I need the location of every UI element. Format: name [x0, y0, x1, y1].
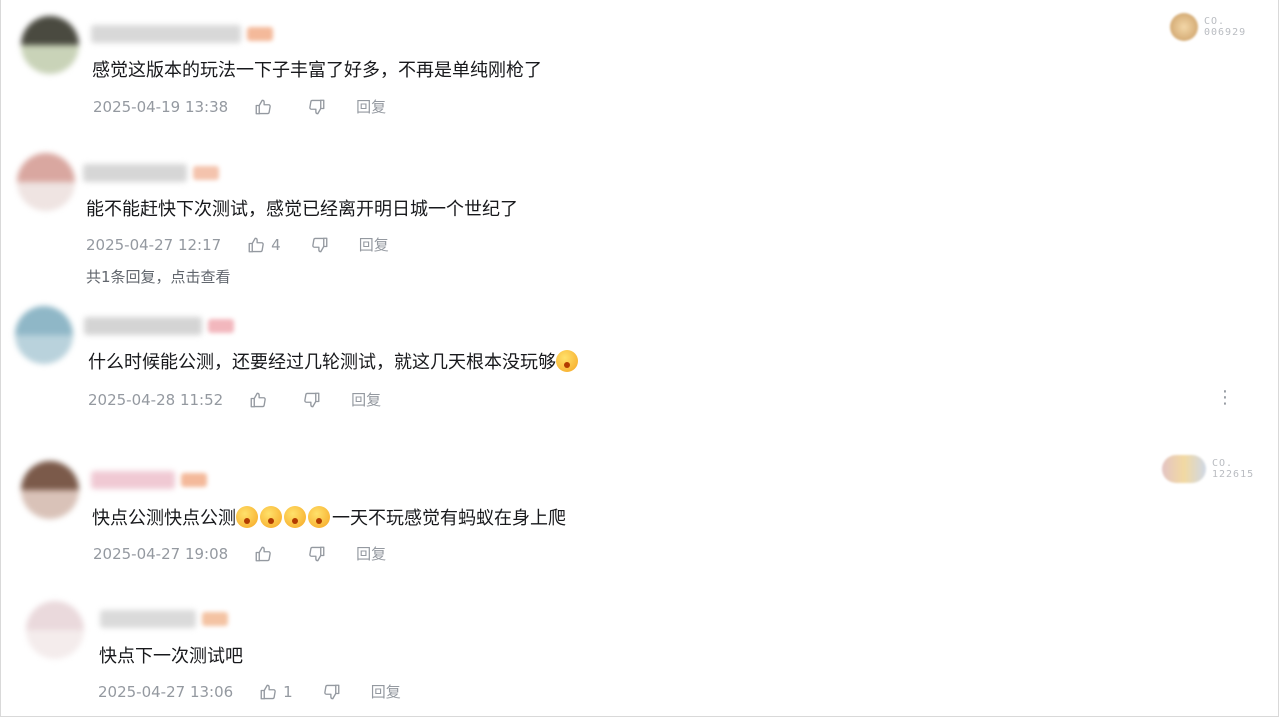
thumbs-up-icon	[260, 684, 276, 699]
crying-emoji-icon	[556, 350, 578, 372]
thumbs-down-icon	[304, 392, 320, 407]
thumbs-up-icon	[250, 392, 266, 407]
thumbs-down-icon	[309, 546, 325, 561]
avatar[interactable]	[17, 153, 75, 211]
comment-meta: 2025-04-27 12:17 4 回复	[86, 234, 389, 255]
comment-time: 2025-04-19 13:38	[93, 97, 229, 116]
avatar[interactable]	[21, 16, 79, 74]
thumbs-down-icon	[309, 99, 325, 114]
avatar[interactable]	[26, 601, 84, 659]
reply-button[interactable]: 回复	[371, 681, 401, 702]
username-blurred[interactable]	[91, 471, 221, 489]
fan-badge-line2: 122615	[1212, 469, 1255, 480]
thumbs-up-icon	[255, 99, 271, 114]
shocked-emoji-icon	[308, 506, 330, 528]
username-blurred[interactable]	[91, 25, 281, 43]
comment-meta: 2025-04-27 19:08 回复	[93, 543, 386, 564]
dislike-button[interactable]	[308, 98, 326, 116]
thumbs-down-icon	[311, 237, 328, 252]
comment-time: 2025-04-28 11:52	[88, 390, 224, 409]
dislike-button[interactable]	[308, 545, 326, 563]
shocked-emoji-icon	[236, 506, 258, 528]
comment-text-body: 什么时候能公测，还要经过几轮测试，就这几天根本没玩够	[88, 352, 556, 373]
fan-badge-icon	[1162, 455, 1206, 483]
fan-badge-icon	[1170, 13, 1198, 41]
reply-button[interactable]: 回复	[356, 543, 386, 564]
dislike-button[interactable]	[303, 391, 321, 409]
view-replies-link[interactable]: 共1条回复，点击查看	[86, 266, 231, 287]
comment-meta: 2025-04-27 13:06 1 回复	[98, 681, 401, 702]
comment-meta: 2025-04-19 13:38 回复	[93, 96, 386, 117]
fan-badge: CO. 006929	[1170, 13, 1246, 41]
comment-text: 感觉这版本的玩法一下子丰富了好多，不再是单纯刚枪了	[92, 60, 542, 81]
fan-badge-line2: 006929	[1204, 27, 1247, 38]
comment-text-after: 一天不玩感觉有蚂蚁在身上爬	[332, 508, 566, 529]
comment-text: 快点下一次测试吧	[99, 646, 243, 667]
reply-button[interactable]: 回复	[356, 96, 386, 117]
thumbs-down-icon	[323, 684, 340, 699]
comment-meta: 2025-04-28 11:52 回复	[88, 389, 381, 410]
like-button[interactable]	[254, 545, 278, 563]
like-button[interactable]	[254, 98, 278, 116]
username-blurred[interactable]	[83, 164, 233, 182]
like-button[interactable]: 1	[259, 683, 293, 701]
shocked-emoji-icon	[284, 506, 306, 528]
username-blurred[interactable]	[84, 317, 244, 335]
username-blurred[interactable]	[100, 610, 240, 628]
reply-button[interactable]: 回复	[359, 234, 389, 255]
like-button[interactable]	[249, 391, 273, 409]
avatar[interactable]	[15, 306, 73, 364]
like-button[interactable]: 4	[247, 236, 281, 254]
comment-text: 什么时候能公测，还要经过几轮测试，就这几天根本没玩够	[88, 350, 580, 376]
shocked-emoji-icon	[260, 506, 282, 528]
thumbs-up-icon	[248, 237, 264, 252]
thumbs-up-icon	[255, 546, 271, 561]
dislike-button[interactable]	[323, 683, 341, 701]
comment-time: 2025-04-27 13:06	[98, 682, 234, 701]
comment-text: 快点公测快点公测 一天不玩感觉有蚂蚁在身上爬	[92, 506, 566, 532]
comment-text: 能不能赶快下次测试，感觉已经离开明日城一个世纪了	[86, 199, 518, 220]
fan-badge: CO. 122615	[1162, 455, 1254, 483]
dislike-button[interactable]	[311, 236, 329, 254]
avatar[interactable]	[21, 461, 79, 519]
comment-text-before: 快点公测快点公测	[92, 508, 236, 529]
more-vertical-icon[interactable]: ⋮	[1216, 387, 1234, 408]
comment-time: 2025-04-27 12:17	[86, 235, 222, 254]
like-count: 4	[271, 235, 281, 254]
comment-time: 2025-04-27 19:08	[93, 544, 229, 563]
reply-button[interactable]: 回复	[351, 389, 381, 410]
fan-badge-line1: CO.	[1204, 16, 1226, 27]
fan-badge-line1: CO.	[1212, 458, 1234, 469]
like-count: 1	[283, 682, 293, 701]
